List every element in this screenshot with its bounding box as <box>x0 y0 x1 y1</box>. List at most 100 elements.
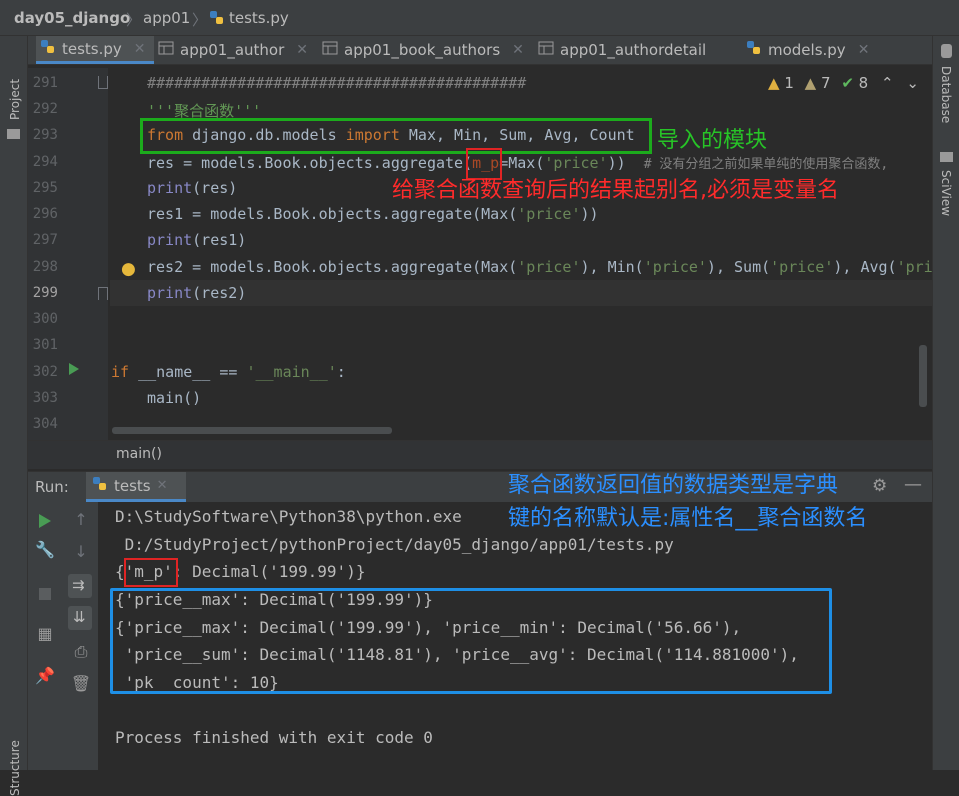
database-tool-button[interactable]: Database <box>939 66 953 123</box>
tab-app01-book-authors[interactable]: app01_book_authors ✕ <box>322 36 526 64</box>
tab-label: app01_authordetail <box>560 41 707 59</box>
annotation-import: 导入的模块 <box>657 128 768 153</box>
code-line-298: res2 = models.Book.objects.aggregate(Max… <box>147 258 933 276</box>
arrow-down-icon[interactable]: ↓ <box>70 542 92 561</box>
code-line-302: if __name__ == '__main__': <box>111 363 346 381</box>
chevron-down-icon[interactable]: ⌄ <box>906 74 919 92</box>
line-number: 296 <box>32 206 58 222</box>
structure-breadcrumb-bar: main() <box>28 440 932 469</box>
python-file-icon <box>40 39 56 59</box>
console-line: D:/StudyProject/pythonProject/day05_djan… <box>115 535 674 554</box>
tab-label: app01_author <box>180 41 285 59</box>
code-line-296: res1 = models.Book.objects.aggregate(Max… <box>147 205 599 223</box>
line-number: 291 <box>32 75 58 91</box>
navigation-bar: day05_django 〉 app01 〉 tests.py <box>0 0 959 36</box>
run-label: Run: <box>35 478 69 496</box>
line-number: 304 <box>32 416 58 432</box>
import-highlight-box <box>140 118 652 154</box>
chevron-up-icon[interactable]: ⌃ <box>881 74 894 92</box>
lightbulb-icon[interactable]: ● <box>121 259 136 279</box>
minimize-icon[interactable]: — <box>904 474 922 495</box>
console-line-exit: Process finished with exit code 0 <box>115 728 433 747</box>
tab-label: models.py <box>768 41 846 59</box>
tab-label: tests.py <box>62 39 122 58</box>
close-icon[interactable]: ✕ <box>512 42 524 58</box>
python-file-icon <box>209 10 225 30</box>
run-gutter-icon[interactable] <box>69 363 79 375</box>
code-line-299: print(res2) <box>147 284 247 302</box>
soft-wrap-icon[interactable]: ⇉ <box>68 574 92 598</box>
annotation-dict-line1: 聚合函数返回值的数据类型是字典 <box>508 473 839 498</box>
editor-tabs: tests.py ✕ app01_author ✕ app01_book_aut… <box>28 36 932 65</box>
line-number: 295 <box>32 180 58 196</box>
wrench-icon[interactable]: 🔧 <box>34 540 56 559</box>
line-number-current: 299 <box>32 285 58 301</box>
tab-tests-py[interactable]: tests.py ✕ <box>36 36 154 64</box>
alias-output-highlight-box <box>124 558 178 587</box>
folder-icon <box>7 129 20 139</box>
trash-icon[interactable]: 🗑 <box>70 674 92 693</box>
left-tool-strip: Project Structure <box>0 36 28 796</box>
line-number: 297 <box>32 232 58 248</box>
run-toolbar: 🔧 ▦ 📌 ↑ ↓ ⇉ ⇊ ⎙ 🗑 <box>28 502 98 770</box>
run-tab-label: tests <box>114 476 151 495</box>
layout-icon[interactable]: ▦ <box>34 624 56 643</box>
fold-marker-icon[interactable] <box>98 76 108 89</box>
line-number: 298 <box>32 259 58 275</box>
fold-marker-icon[interactable] <box>98 287 108 300</box>
weak-warning-icon: ▲ <box>804 74 817 92</box>
line-number: 300 <box>32 311 58 327</box>
console-line: D:\StudySoftware\Python38\python.exe <box>115 507 462 526</box>
editor-vertical-scrollbar[interactable] <box>919 345 927 407</box>
structure-crumb-main[interactable]: main() <box>116 446 162 462</box>
close-icon[interactable]: ✕ <box>157 478 168 493</box>
table-icon <box>322 41 338 59</box>
breadcrumb-file[interactable]: tests.py <box>229 9 289 27</box>
code-line-303: main() <box>147 389 202 407</box>
close-icon[interactable]: ✕ <box>858 42 870 58</box>
warning-icon: ▲ <box>768 74 780 92</box>
breadcrumb-project[interactable]: day05_django <box>14 9 130 27</box>
print-icon[interactable]: ⎙ <box>70 642 92 662</box>
tab-models-py[interactable]: models.py ✕ <box>746 36 896 64</box>
line-number: 301 <box>32 337 58 353</box>
line-number: 302 <box>32 364 58 380</box>
check-icon: ✔ <box>841 74 854 92</box>
annotation-dict-line2: 键的名称默认是:属性名__聚合函数名 <box>508 506 868 531</box>
sciview-tool-button[interactable]: SciView <box>939 170 953 216</box>
structure-tool-button[interactable]: Structure <box>8 740 22 796</box>
project-tool-button[interactable]: Project <box>8 79 22 120</box>
weak-warning-count: 7 <box>820 74 831 92</box>
inspection-widget[interactable]: ▲ 1 ▲ 7 ✔ 8 ⌃ ⌄ <box>768 74 919 92</box>
rerun-icon[interactable] <box>39 514 51 528</box>
stop-icon[interactable] <box>39 588 51 600</box>
line-number: 303 <box>32 390 58 406</box>
annotation-alias: 给聚合函数查询后的结果起别名,必须是变量名 <box>392 178 839 203</box>
breadcrumb-folder[interactable]: app01 <box>143 9 190 27</box>
line-number: 294 <box>32 154 58 170</box>
dict-output-highlight-box <box>110 588 832 694</box>
tab-label: app01_book_authors <box>344 41 501 59</box>
python-file-icon <box>92 476 108 496</box>
run-tab-tests[interactable]: tests ✕ <box>86 472 186 502</box>
scroll-to-end-icon[interactable]: ⇊ <box>68 606 92 630</box>
code-line-297: print(res1) <box>147 231 247 249</box>
python-file-icon <box>746 40 762 60</box>
close-icon[interactable]: ✕ <box>296 42 308 58</box>
close-icon[interactable]: ✕ <box>134 41 146 57</box>
line-number: 293 <box>32 127 58 143</box>
editor-gutter <box>28 68 108 440</box>
table-icon <box>158 41 174 59</box>
pin-icon[interactable]: 📌 <box>34 666 56 685</box>
editor-horizontal-scrollbar[interactable] <box>112 427 392 434</box>
tab-app01-author[interactable]: app01_author ✕ <box>158 36 318 64</box>
right-tool-strip: Database SciView <box>932 36 959 770</box>
database-icon <box>941 44 952 58</box>
line-number: 292 <box>32 101 58 117</box>
arrow-up-icon[interactable]: ↑ <box>70 510 92 529</box>
code-line-294: res = models.Book.objects.aggregate(m_p=… <box>147 154 889 172</box>
gear-icon[interactable]: ⚙ <box>872 476 887 496</box>
tab-app01-authordetail[interactable]: app01_authordetail <box>538 36 738 64</box>
breadcrumb-separator: 〉 <box>126 11 142 29</box>
warning-count: 1 <box>784 74 794 92</box>
